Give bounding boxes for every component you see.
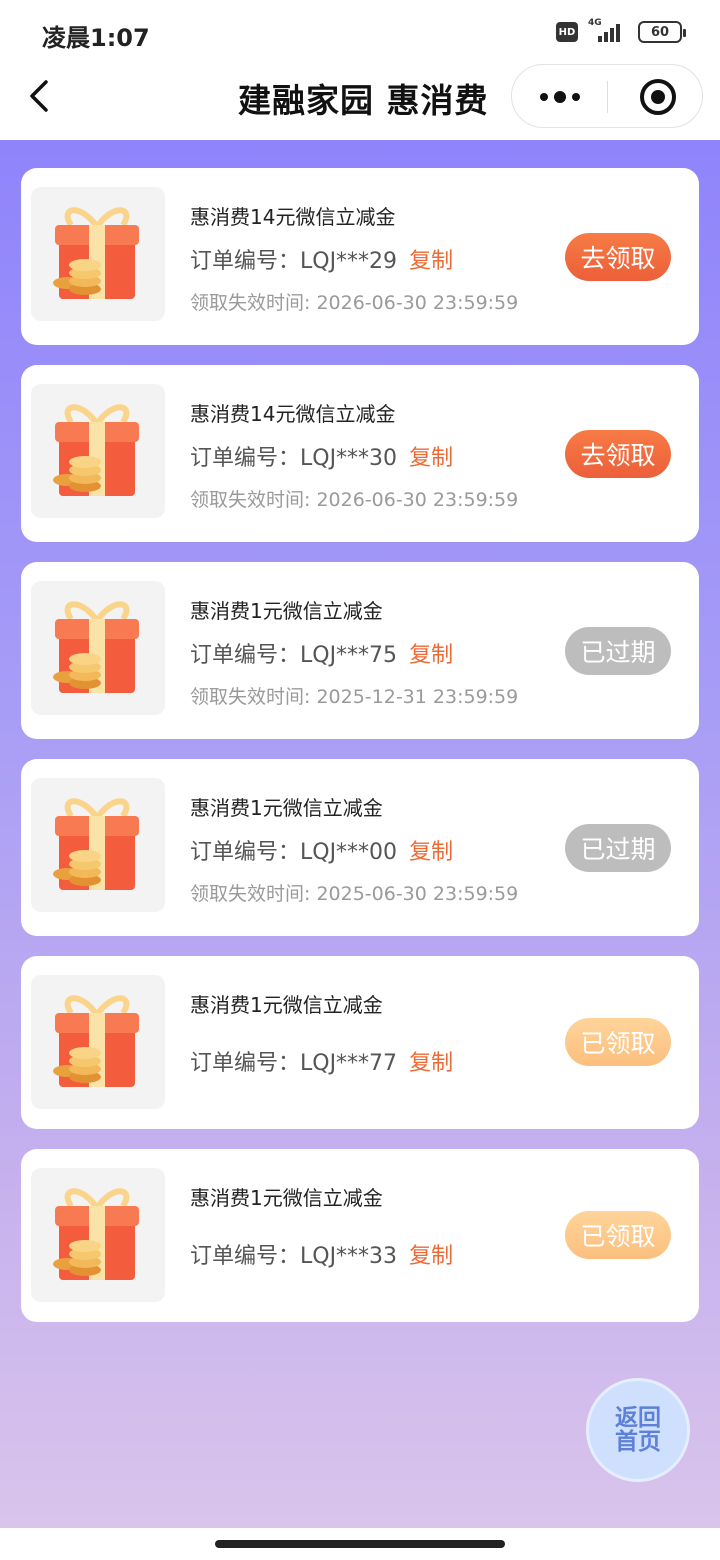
order-number: 订单编号：LQJ***75	[190, 643, 398, 668]
order-row: 订单编号：LQJ***33 复制	[190, 1238, 453, 1270]
more-dots-icon[interactable]	[540, 85, 590, 109]
capsule-divider	[607, 81, 608, 113]
coupon-card: 惠消费14元微信立减金 订单编号：LQJ***30 复制 领取失效时间: 202…	[21, 365, 699, 542]
claim-button[interactable]: 去领取	[565, 233, 671, 281]
order-row: 订单编号：LQJ***00 复制	[190, 834, 453, 866]
claimed-button[interactable]: 已领取	[565, 1018, 671, 1066]
mini-program-capsule	[511, 64, 703, 128]
coupon-title: 惠消费14元微信立减金	[190, 402, 396, 426]
return-home-label: 返回首页	[615, 1405, 661, 1455]
copy-link[interactable]: 复制	[409, 637, 453, 669]
copy-link[interactable]: 复制	[409, 1238, 453, 1270]
order-number: 订单编号：LQJ***00	[190, 840, 398, 865]
coupon-card: 惠消费1元微信立减金 订单编号：LQJ***00 复制 领取失效时间: 2025…	[21, 759, 699, 936]
battery-level: 60	[650, 24, 670, 40]
claim-button[interactable]: 去领取	[565, 430, 671, 478]
gift-box-icon	[53, 207, 139, 299]
chevron-left-icon	[30, 80, 48, 112]
order-number: 订单编号：LQJ***33	[190, 1244, 398, 1269]
signal-icon: 4G	[588, 18, 628, 44]
back-button[interactable]	[22, 78, 58, 114]
gift-box-icon	[53, 798, 139, 890]
claimed-button[interactable]: 已领取	[565, 1211, 671, 1259]
order-row: 订单编号：LQJ***29 复制	[190, 243, 453, 275]
system-nav-bar	[0, 1528, 720, 1560]
nav-bar: 建融家园 惠消费	[0, 64, 720, 140]
gift-thumbnail	[31, 581, 165, 715]
copy-link[interactable]: 复制	[409, 1045, 453, 1077]
gift-box-icon	[53, 995, 139, 1087]
target-circle-icon[interactable]	[640, 79, 676, 115]
gift-box-icon	[53, 601, 139, 693]
gift-thumbnail	[31, 187, 165, 321]
home-indicator[interactable]	[215, 1540, 505, 1548]
status-icons: HD 4G 60	[556, 18, 686, 44]
copy-link[interactable]: 复制	[409, 834, 453, 866]
coupon-card: 惠消费1元微信立减金 订单编号：LQJ***77 复制 已领取	[21, 956, 699, 1129]
gift-thumbnail	[31, 975, 165, 1109]
hd-icon: HD	[556, 22, 578, 42]
return-home-button[interactable]: 返回首页	[586, 1378, 690, 1482]
coupon-title: 惠消费1元微信立减金	[190, 599, 383, 623]
gift-thumbnail	[31, 384, 165, 518]
coupon-title: 惠消费14元微信立减金	[190, 205, 396, 229]
coupon-card: 惠消费1元微信立减金 订单编号：LQJ***75 复制 领取失效时间: 2025…	[21, 562, 699, 739]
status-time: 凌晨1:07	[42, 24, 150, 52]
gift-thumbnail	[31, 778, 165, 912]
coupon-title: 惠消费1元微信立减金	[190, 993, 383, 1017]
order-number: 订单编号：LQJ***29	[190, 249, 398, 274]
gift-box-icon	[53, 404, 139, 496]
expired-button[interactable]: 已过期	[565, 824, 671, 872]
copy-link[interactable]: 复制	[409, 243, 453, 275]
copy-link[interactable]: 复制	[409, 440, 453, 472]
coupon-title: 惠消费1元微信立减金	[190, 1186, 383, 1210]
coupon-title: 惠消费1元微信立减金	[190, 796, 383, 820]
expire-time: 领取失效时间: 2026-06-30 23:59:59	[190, 292, 519, 314]
expire-time: 领取失效时间: 2026-06-30 23:59:59	[190, 489, 519, 511]
order-row: 订单编号：LQJ***77 复制	[190, 1045, 453, 1077]
gift-box-icon	[53, 1188, 139, 1280]
page-title: 建融家园 惠消费	[238, 81, 489, 120]
gift-thumbnail	[31, 1168, 165, 1302]
expire-time: 领取失效时间: 2025-06-30 23:59:59	[190, 883, 519, 905]
coupon-card: 惠消费1元微信立减金 订单编号：LQJ***33 复制 已领取	[21, 1149, 699, 1322]
order-row: 订单编号：LQJ***30 复制	[190, 440, 453, 472]
expired-button[interactable]: 已过期	[565, 627, 671, 675]
expire-time: 领取失效时间: 2025-12-31 23:59:59	[190, 686, 519, 708]
coupon-list: 惠消费14元微信立减金 订单编号：LQJ***29 复制 领取失效时间: 202…	[0, 140, 720, 1528]
coupon-card: 惠消费14元微信立减金 订单编号：LQJ***29 复制 领取失效时间: 202…	[21, 168, 699, 345]
order-number: 订单编号：LQJ***77	[190, 1051, 398, 1076]
battery-icon: 60	[638, 21, 686, 43]
order-number: 订单编号：LQJ***30	[190, 446, 398, 471]
status-bar: 凌晨1:07 HD 4G 60	[0, 0, 720, 66]
order-row: 订单编号：LQJ***75 复制	[190, 637, 453, 669]
